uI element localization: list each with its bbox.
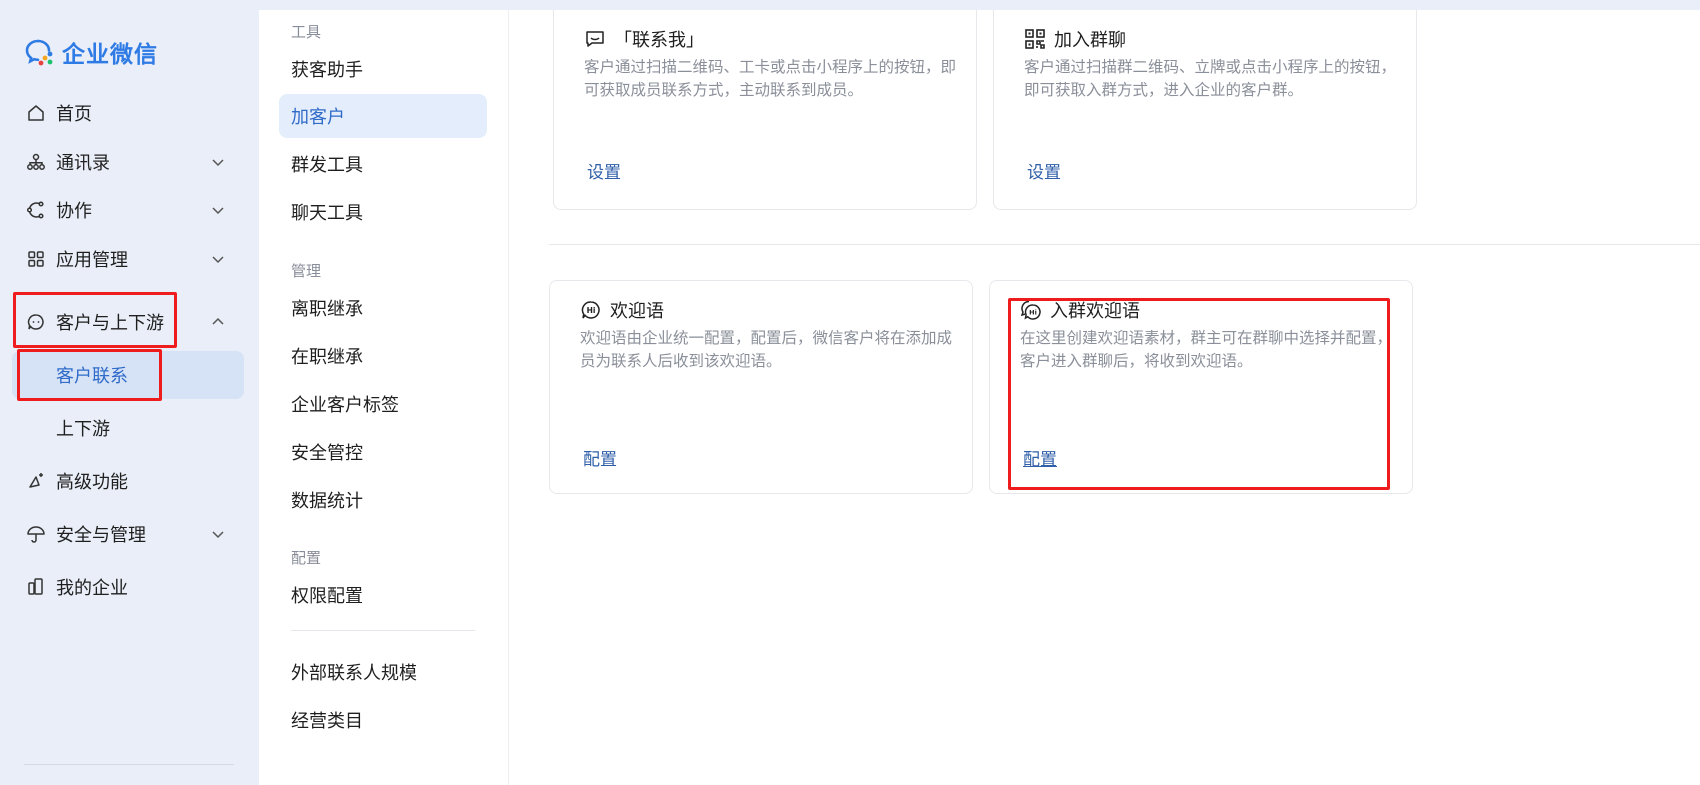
wecom-logo-icon	[25, 39, 53, 66]
submenu-item-chat-tools[interactable]: 聊天工具	[279, 190, 487, 234]
card-description: 客户通过扫描二维码、工卡或点击小程序上的按钮，即可获取成员联系方式，主动联系到成…	[584, 58, 957, 99]
sidebar-item-my-company[interactable]: 我的企业	[12, 563, 244, 611]
grid-apps-icon	[26, 249, 46, 269]
sidebar-item-label: 首页	[56, 104, 92, 125]
sidebar-item-label: 安全与管理	[56, 525, 146, 546]
home-icon	[26, 103, 46, 123]
chat-bubble-icon	[586, 31, 604, 47]
sidebar: 企业微信 首页 通讯录 协作 应用管理 客户与上下游 客户联系 上下游 高级功能…	[0, 0, 259, 785]
brand-name: 企业微信	[62, 42, 158, 68]
submenu-item-external-contact-scale[interactable]: 外部联系人规模	[279, 650, 487, 694]
chevron-down-icon[interactable]	[210, 526, 226, 542]
settings-link[interactable]: 设置	[1027, 158, 1061, 183]
customer-face-icon	[26, 312, 46, 332]
submenu-item-acquisition-assistant[interactable]: 获客助手	[279, 47, 487, 91]
submenu-group-title: 工具	[291, 23, 322, 41]
sidebar-item-contacts[interactable]: 通讯录	[12, 138, 244, 186]
org-chart-icon	[26, 152, 46, 172]
submenu-divider	[291, 630, 475, 631]
building-icon	[26, 577, 46, 597]
submenu-item-add-customer[interactable]: 加客户	[279, 94, 487, 138]
sidebar-divider	[24, 764, 234, 765]
sidebar-item-label: 我的企业	[56, 578, 128, 599]
card-group-welcome-message: Hi 入群欢迎语 在这里创建欢迎语素材，群主可在群聊中选择并配置，客户进入群聊后…	[989, 280, 1413, 494]
sidebar-item-advanced[interactable]: 高级功能	[12, 457, 244, 505]
card-header: Hi 欢迎语	[580, 298, 664, 322]
settings-link[interactable]: 设置	[587, 158, 621, 183]
hi-bubble-icon: Hi	[581, 301, 600, 319]
chevron-down-icon[interactable]	[210, 251, 226, 267]
brand-logo[interactable]: 企业微信	[24, 36, 158, 68]
card-header: 「联系我」	[584, 27, 704, 51]
group-hi-bubble-icon: Hi	[1020, 300, 1041, 320]
submenu-group-title: 配置	[291, 549, 322, 567]
umbrella-icon	[26, 524, 46, 544]
submenu-item-business-category[interactable]: 经营类目	[279, 698, 487, 742]
sidebar-item-label: 应用管理	[56, 250, 128, 271]
sidebar-item-collaboration[interactable]: 协作	[12, 186, 244, 234]
collaboration-icon	[26, 200, 46, 220]
sidebar-item-customers[interactable]: 客户与上下游	[12, 300, 244, 344]
submenu-item-permissions[interactable]: 权限配置	[279, 573, 487, 617]
main-content: 「联系我」 客户通过扫描二维码、工卡或点击小程序上的按钮，即可获取成员联系方式，…	[509, 10, 1700, 785]
qr-code-icon	[1025, 29, 1045, 49]
card-title: 加入群聊	[1054, 30, 1126, 51]
svg-text:Hi: Hi	[587, 306, 596, 315]
card-title: 欢迎语	[610, 301, 664, 322]
card-description: 欢迎语由企业统一配置，配置后，微信客户将在添加成员为联系人后收到该欢迎语。	[580, 329, 953, 370]
card-header: Hi 入群欢迎语	[1020, 298, 1140, 322]
sidebar-subitem-label: 客户联系	[56, 366, 128, 387]
card-description: 在这里创建欢迎语素材，群主可在群聊中选择并配置，客户进入群聊后，将收到欢迎语。	[1020, 329, 1393, 370]
sidebar-item-label: 高级功能	[56, 472, 128, 493]
sidebar-item-label: 协作	[56, 201, 92, 222]
svg-text:Hi: Hi	[1029, 309, 1037, 317]
submenu-group-title: 管理	[291, 262, 322, 280]
sidebar-item-home[interactable]: 首页	[12, 89, 244, 137]
configure-link[interactable]: 配置	[1023, 445, 1057, 470]
card-join-group: 加入群聊 客户通过扫描群二维码、立牌或点击小程序上的按钮，即可获取入群方式，进入…	[993, 10, 1417, 210]
card-contact-me: 「联系我」 客户通过扫描二维码、工卡或点击小程序上的按钮，即可获取成员联系方式，…	[553, 10, 977, 210]
sidebar-subitem-label: 上下游	[56, 419, 110, 440]
chevron-down-icon[interactable]	[210, 202, 226, 218]
submenu-item-security-control[interactable]: 安全管控	[279, 430, 487, 474]
submenu-item-data-stats[interactable]: 数据统计	[279, 478, 487, 522]
card-title: 「联系我」	[614, 30, 704, 51]
sidebar-subitem-customer-contact[interactable]: 客户联系	[12, 351, 244, 399]
card-header: 加入群聊	[1024, 27, 1126, 51]
sidebar-item-label: 通讯录	[56, 153, 110, 174]
submenu-panel: 工具 获客助手 加客户 群发工具 聊天工具 管理 离职继承 在职继承 企业客户标…	[259, 10, 509, 785]
configure-link[interactable]: 配置	[583, 445, 617, 470]
submenu-item-resignation-inherit[interactable]: 离职继承	[279, 286, 487, 330]
card-title: 入群欢迎语	[1050, 301, 1140, 322]
sidebar-subitem-upstream-downstream[interactable]: 上下游	[12, 404, 244, 452]
sidebar-item-apps[interactable]: 应用管理	[12, 235, 244, 283]
submenu-item-onjob-inherit[interactable]: 在职继承	[279, 334, 487, 378]
sparkle-icon	[26, 471, 46, 491]
chevron-down-icon[interactable]	[210, 154, 226, 170]
submenu-item-customer-tags[interactable]: 企业客户标签	[279, 382, 487, 426]
sidebar-item-label: 客户与上下游	[56, 313, 164, 334]
sidebar-item-security[interactable]: 安全与管理	[12, 510, 244, 558]
submenu-item-mass-send[interactable]: 群发工具	[279, 142, 487, 186]
card-description: 客户通过扫描群二维码、立牌或点击小程序上的按钮，即可获取入群方式，进入企业的客户…	[1024, 58, 1397, 99]
chevron-up-icon[interactable]	[210, 314, 226, 330]
card-welcome-message: Hi 欢迎语 欢迎语由企业统一配置，配置后，微信客户将在添加成员为联系人后收到该…	[549, 280, 973, 494]
section-divider	[549, 244, 1700, 245]
